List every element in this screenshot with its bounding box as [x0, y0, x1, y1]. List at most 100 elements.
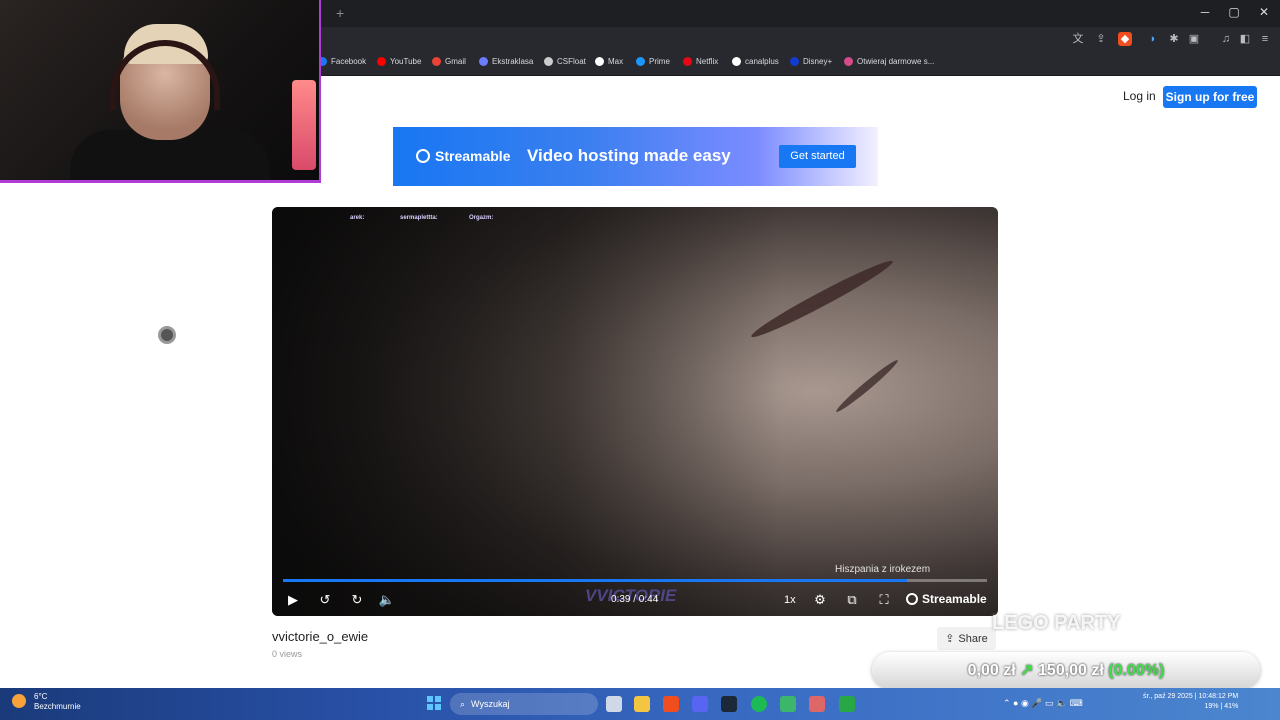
webcam-light [292, 80, 316, 170]
brave-shield-icon[interactable]: ◆ [1118, 32, 1132, 46]
bookmark-youtube[interactable]: YouTube [377, 57, 421, 66]
screenshot-icon[interactable]: ▣ [1187, 32, 1201, 46]
balance-start: 0,00 zł [967, 662, 1016, 679]
forward-icon[interactable]: ↻ [348, 592, 366, 608]
chat-name: sermaplettta: [400, 215, 438, 221]
app-icon[interactable] [780, 696, 796, 712]
minimize-button[interactable]: ─ [1195, 5, 1215, 19]
play-icon[interactable]: ▶ [284, 592, 302, 608]
taskbar: 6°C Bezchmurnie ⌕ Wyszukaj ⌃ ● ◉ 🎤 ▭ 🔈 ⌨… [0, 688, 1280, 720]
streamable-logo-icon [416, 149, 430, 163]
chat-name: Orgazm: [469, 215, 494, 221]
settings-gear-icon[interactable]: ⚙ [811, 592, 829, 608]
signup-button[interactable]: Sign up for free [1163, 86, 1257, 108]
bookmark-label: Ekstraklasa [492, 57, 534, 66]
bookmark-csfloat[interactable]: CSFloat [544, 57, 586, 66]
bookmark-otwieraj-darmowe-s[interactable]: Otwieraj darmowe s... [844, 57, 934, 66]
video-frame-shade [272, 207, 998, 616]
bookmark-favicon-icon [479, 57, 488, 66]
share-icon: ⇪ [945, 633, 955, 645]
task-view-icon[interactable] [606, 696, 622, 712]
spotify-icon[interactable] [751, 696, 767, 712]
weather-widget[interactable]: 6°C Bezchmurnie [12, 692, 81, 712]
bookmark-label: Disney+ [803, 57, 833, 66]
streamable-logo-icon [906, 593, 918, 605]
steam-icon[interactable] [721, 696, 737, 712]
video-progress-fill [283, 579, 907, 582]
weather-desc: Bezchmurnie [34, 702, 81, 711]
bookmark-label: Gmail [445, 57, 466, 66]
bookmark-favicon-icon [636, 57, 645, 66]
mouse-cursor-icon [158, 326, 176, 344]
system-tray[interactable]: ⌃ ● ◉ 🎤 ▭ 🔈 ⌨ [1003, 698, 1083, 709]
share-label: Share [958, 632, 988, 645]
taskbar-search-label: Wyszukaj [471, 699, 510, 709]
new-tab-button[interactable]: + [336, 5, 344, 21]
rewind-icon[interactable]: ↺ [316, 592, 334, 608]
bookmark-favicon-icon [377, 57, 386, 66]
bookmark-favicon-icon [544, 57, 553, 66]
chat-name: arek: [350, 215, 365, 221]
wallet-icon[interactable]: ◗ [1146, 32, 1160, 46]
webcam-overlay [0, 0, 321, 183]
balance-percent: (0.00%) [1108, 662, 1165, 679]
translate-icon[interactable]: 文 [1071, 32, 1085, 46]
maximize-button[interactable]: ▢ [1224, 5, 1244, 19]
video-views: 0 views [272, 649, 303, 659]
bookmark-max[interactable]: Max [595, 57, 623, 66]
bookmark-disney[interactable]: Disney+ [790, 57, 832, 66]
bookmark-favicon-icon [790, 57, 799, 66]
bookmark-label: Facebook [331, 57, 367, 66]
taskbar-search[interactable]: ⌕ Wyszukaj [450, 693, 598, 715]
taskbar-clock[interactable]: śr., paź 29 2025 | 10:48:12 PM 19% | 41% [1143, 692, 1238, 712]
fullscreen-icon[interactable]: ⛶ [875, 592, 893, 608]
video-caption: Hiszpania z irokezem [835, 564, 931, 575]
balance-end: 150,00 zł [1038, 662, 1104, 679]
video-timecode: 0:39 / 0:44 [611, 594, 659, 605]
bookmark-prime[interactable]: Prime [636, 57, 670, 66]
music-icon[interactable]: ♫ [1219, 32, 1233, 46]
login-link[interactable]: Log in [1123, 89, 1156, 103]
app-icon[interactable] [809, 696, 825, 712]
sidebar-icon[interactable]: ◧ [1238, 32, 1252, 46]
bookmark-favicon-icon [683, 57, 692, 66]
search-icon: ⌕ [460, 698, 466, 709]
playback-speed-button[interactable]: 1x [784, 594, 796, 606]
balance-widget: 0,00 zł ↗ 150,00 zł (0.00%) [872, 652, 1260, 688]
bookmark-facebook[interactable]: Facebook [318, 57, 366, 66]
share-page-icon[interactable]: ⇪ [1094, 32, 1108, 46]
brave-browser-icon[interactable] [663, 696, 679, 712]
bookmark-label: Otwieraj darmowe s... [857, 57, 935, 66]
start-windows-icon[interactable] [427, 696, 441, 710]
file-explorer-icon[interactable] [634, 696, 650, 712]
bookmark-label: canalplus [745, 57, 779, 66]
app-icon[interactable] [839, 696, 855, 712]
bookmark-label: YouTube [390, 57, 422, 66]
picture-in-picture-icon[interactable]: ⧉ [843, 592, 861, 608]
bookmark-canalplus[interactable]: canalplus [732, 57, 779, 66]
player-brand-link[interactable]: Streamable [906, 592, 987, 606]
balance-arrow-icon: ↗ [1020, 662, 1034, 679]
bookmark-label: Prime [649, 57, 670, 66]
bookmark-gmail[interactable]: Gmail [432, 57, 466, 66]
volume-icon[interactable]: 🔈 [378, 592, 396, 608]
share-button[interactable]: ⇪ Share [937, 627, 996, 650]
close-window-button[interactable]: ✕ [1254, 5, 1274, 19]
weather-temp: 6°C [34, 692, 48, 701]
game-label: LEGO PARTY [992, 612, 1121, 634]
extensions-icon[interactable]: ✱ [1167, 32, 1181, 46]
get-started-button[interactable]: Get started [779, 145, 856, 168]
menu-icon[interactable]: ≡ [1258, 32, 1272, 46]
bookmark-label: CSFloat [557, 57, 586, 66]
promo-banner[interactable]: Streamable Video hosting made easy Get s… [393, 127, 878, 186]
banner-brand: Streamable [435, 148, 511, 164]
discord-icon[interactable] [692, 696, 708, 712]
clock-date: śr., paź 29 2025 | 10:48:12 PM [1143, 693, 1239, 700]
bookmark-favicon-icon [432, 57, 441, 66]
video-player[interactable]: arek: sermaplettta: Orgazm: Hiszpania z … [272, 207, 998, 616]
bookmark-ekstraklasa[interactable]: Ekstraklasa [479, 57, 533, 66]
video-title: vvictorie_o_ewie [272, 629, 369, 644]
video-progress-bar[interactable] [283, 579, 987, 582]
player-brand-label: Streamable [922, 592, 987, 606]
bookmark-netflix[interactable]: Netflix [683, 57, 718, 66]
